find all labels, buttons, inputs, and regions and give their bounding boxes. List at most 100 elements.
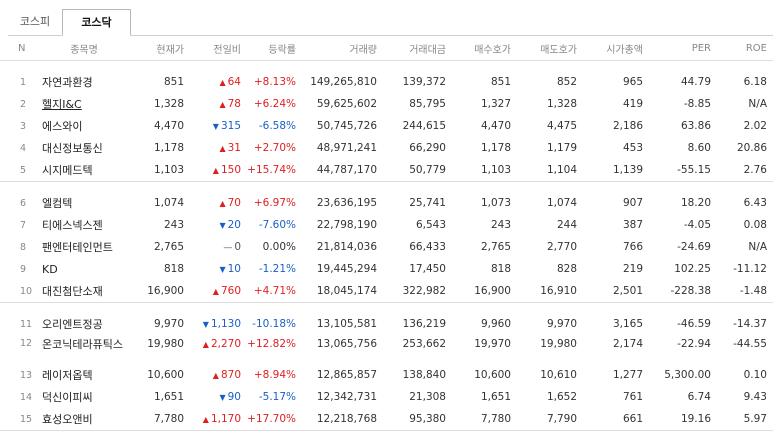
cell-amount: 136,219 bbox=[402, 318, 446, 330]
row-number: 9 bbox=[20, 263, 27, 275]
change-value: 1,130 bbox=[210, 318, 241, 330]
stock-name-link[interactable]: 대진첨단소재 bbox=[42, 285, 103, 298]
stock-name-link[interactable]: 효성오앤비 bbox=[42, 413, 93, 426]
stock-name-link[interactable]: 에스와이 bbox=[42, 120, 82, 133]
up-arrow-icon: ▲ bbox=[202, 415, 209, 424]
cell-price: 7,780 bbox=[138, 408, 190, 431]
stock-name-link[interactable]: 오리엔트정공 bbox=[42, 318, 103, 331]
down-arrow-icon: ▼ bbox=[219, 265, 226, 274]
cell-change: ▲ 760 bbox=[190, 280, 247, 303]
col-header-bid: 매수호가 bbox=[452, 37, 517, 61]
row-number: 1 bbox=[20, 76, 27, 88]
stock-name-link[interactable]: 덕신이피씨 bbox=[42, 391, 93, 404]
stock-name-link[interactable]: 레이저옵텍 bbox=[42, 369, 93, 382]
stock-name-cell: 대신정보통신 bbox=[36, 137, 138, 159]
cell-amount: 244,615 bbox=[402, 120, 446, 132]
stock-name-link[interactable]: KD bbox=[42, 263, 58, 276]
cell-amount: 25,741 bbox=[409, 197, 446, 209]
cell-ask: 244 bbox=[556, 219, 577, 231]
stock-name-cell: 헬지I&C bbox=[36, 93, 138, 115]
cell-amount: 85,795 bbox=[409, 98, 446, 110]
table-row: 6 엘컴텍 1,074 ▲ 70 +6.97% 23,636,195 25,741 1,073 1… bbox=[0, 192, 773, 214]
stock-name-link[interactable]: 시지메드텍 bbox=[42, 164, 93, 177]
cell-volume: 149,265,810 bbox=[310, 76, 377, 88]
cell-cap: 907 bbox=[622, 197, 643, 209]
cell-change: ▼ 1,130 bbox=[190, 313, 247, 335]
cell-change: ▲ 2,270 bbox=[190, 335, 247, 364]
cell-rate: -5.17% bbox=[258, 391, 296, 403]
cell-cap: 219 bbox=[622, 263, 643, 275]
table-row: 4 대신정보통신 1,178 ▲ 31 +2.70% 48,971,241 66,290 1,1… bbox=[0, 137, 773, 159]
col-header-amount: 거래대금 bbox=[383, 37, 452, 61]
cell-bid: 1,103 bbox=[452, 159, 517, 182]
stock-name-link[interactable]: 엘컴텍 bbox=[42, 197, 72, 210]
cell-cap: 387 bbox=[622, 219, 643, 231]
stock-name-link[interactable]: 헬지I&C bbox=[42, 98, 82, 111]
row-number: 10 bbox=[0, 280, 36, 303]
cell-price: 1,103 bbox=[138, 159, 190, 182]
cell-volume: 12,865,857 bbox=[316, 369, 377, 381]
stock-name-cell: 시지메드텍 bbox=[36, 159, 138, 182]
up-arrow-icon: ▲ bbox=[212, 166, 219, 175]
stock-name-cell: 레이저옵텍 bbox=[36, 364, 138, 386]
cell-bid: 9,960 bbox=[480, 318, 511, 330]
tab-kosdaq[interactable]: 코스닥 bbox=[62, 9, 131, 36]
row-number: 8 bbox=[20, 241, 27, 253]
cell-rate: -7.60% bbox=[258, 219, 296, 231]
table-row: 2 헬지I&C 1,328 ▲ 78 +6.24% 59,625,602 85,795 1,32… bbox=[0, 93, 773, 115]
up-arrow-icon: ▲ bbox=[202, 340, 209, 349]
cell-amount: 139,372 bbox=[402, 76, 446, 88]
stock-name-link[interactable]: 자연과환경 bbox=[42, 76, 93, 89]
stock-name-link[interactable]: 티에스넥스젠 bbox=[42, 219, 103, 232]
market-tabs: 코스피 코스닥 bbox=[8, 6, 773, 36]
change-value: 760 bbox=[220, 285, 241, 297]
up-arrow-icon: ▲ bbox=[219, 144, 226, 153]
cell-per: -4.05 bbox=[683, 219, 711, 231]
cell-per: 63.86 bbox=[680, 120, 711, 132]
stock-name-cell: 오리엔트정공 bbox=[36, 313, 138, 335]
table-bottom-spacer bbox=[0, 431, 773, 438]
cell-amount: 21,308 bbox=[409, 391, 446, 403]
col-header-volume: 거래량 bbox=[302, 37, 383, 61]
up-arrow-icon: ▲ bbox=[219, 199, 226, 208]
cell-bid: 243 bbox=[490, 219, 511, 231]
cell-price: 1,074 bbox=[153, 197, 184, 209]
cell-ask: 9,970 bbox=[546, 318, 577, 330]
cell-volume: 23,636,195 bbox=[316, 197, 377, 209]
cell-per: -46.59 bbox=[677, 318, 711, 330]
stock-name-link[interactable]: 온코닉테라퓨틱스 bbox=[42, 338, 123, 351]
row-number: 15 bbox=[0, 408, 36, 431]
row-number: 13 bbox=[20, 369, 33, 381]
cell-per: 5,300.00 bbox=[664, 369, 711, 381]
tab-kospi[interactable]: 코스피 bbox=[8, 9, 62, 35]
change-value: 90 bbox=[227, 391, 241, 403]
cell-cap: 761 bbox=[622, 391, 643, 403]
cell-roe: 0.10 bbox=[743, 369, 767, 381]
cell-rate: +15.74% bbox=[247, 159, 302, 182]
cell-price: 1,651 bbox=[153, 391, 184, 403]
stock-name-link[interactable]: 팬엔터테인먼트 bbox=[42, 241, 113, 254]
cell-amount: 66,433 bbox=[409, 241, 446, 253]
cell-cap: 2,174 bbox=[612, 338, 643, 350]
table-row: 5 시지메드텍 1,103 ▲ 150 +15.74% 44,787,170 50,779 1,… bbox=[0, 159, 773, 182]
cell-roe: 2.02 bbox=[743, 120, 767, 132]
cell-price: 10,600 bbox=[147, 369, 184, 381]
cell-cap: 1,277 bbox=[612, 369, 643, 381]
cell-ask: 7,790 bbox=[517, 408, 583, 431]
down-arrow-icon: ▼ bbox=[212, 122, 219, 131]
cell-roe: 6.18 bbox=[743, 76, 767, 88]
stock-name-cell: 온코닉테라퓨틱스 bbox=[36, 335, 138, 364]
cell-volume: 12,342,731 bbox=[316, 391, 377, 403]
cell-roe: N/A bbox=[748, 241, 767, 253]
stock-name-link[interactable]: 대신정보통신 bbox=[42, 142, 103, 155]
cell-rate: +12.82% bbox=[247, 338, 296, 350]
stock-name-cell: 자연과환경 bbox=[36, 71, 138, 93]
stock-name-cell: 에스와이 bbox=[36, 115, 138, 137]
table-row: 10 대진첨단소재 16,900 ▲ 760 +4.71% 18,045,174 322,98… bbox=[0, 280, 773, 303]
change-value: 70 bbox=[227, 197, 241, 209]
table-row: 9 KD 818 ▼ 10 -1.21% 19,445,294 17,450 818 828 219… bbox=[0, 258, 773, 280]
table-row: 7 티에스넥스젠 243 ▼ 20 -7.60% 22,798,190 6,543 243 244… bbox=[0, 214, 773, 236]
cell-volume: 12,218,768 bbox=[302, 408, 383, 431]
stock-name-cell: 팬엔터테인먼트 bbox=[36, 236, 138, 258]
cell-ask: 828 bbox=[556, 263, 577, 275]
